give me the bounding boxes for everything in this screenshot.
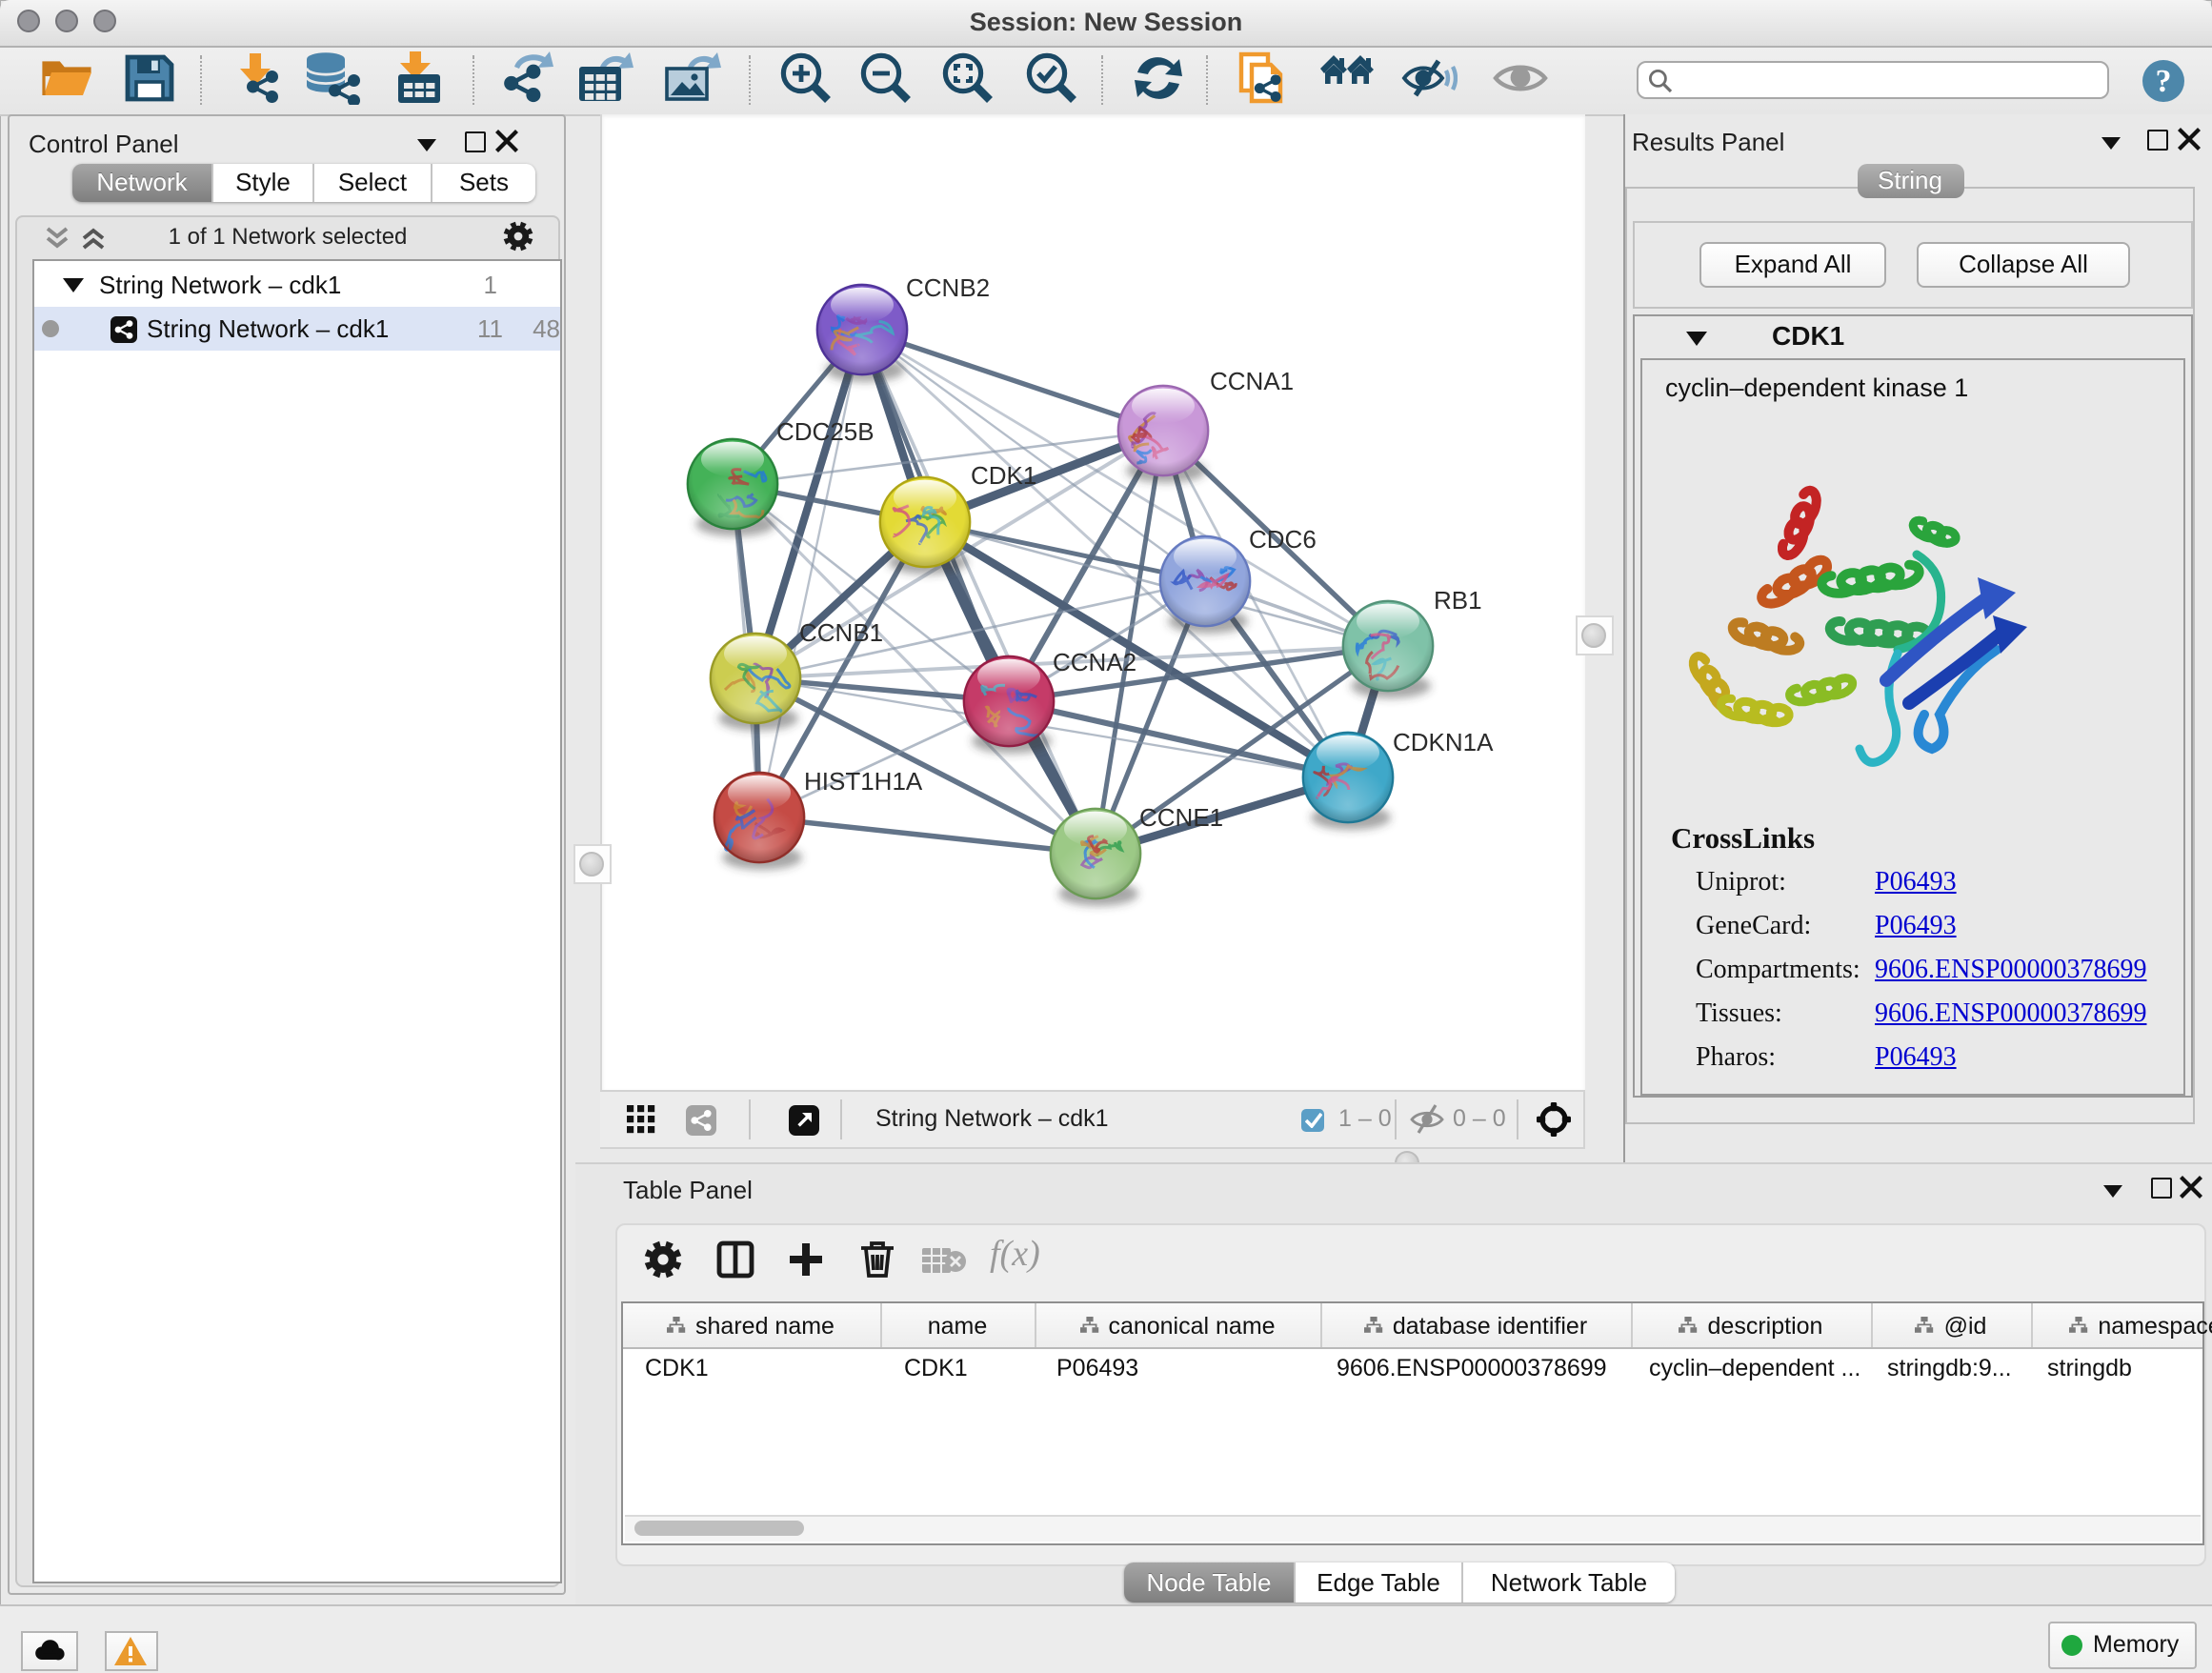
svg-text:CCNA2: CCNA2 — [1052, 648, 1136, 676]
svg-text:CCNB2: CCNB2 — [905, 273, 989, 302]
svg-text:CCNE1: CCNE1 — [1138, 803, 1222, 832]
svg-text:CDC6: CDC6 — [1248, 525, 1316, 554]
svg-text:CDK1: CDK1 — [970, 461, 1036, 490]
svg-text:?: ? — [2156, 63, 2172, 98]
svg-text:CCNA1: CCNA1 — [1209, 367, 1293, 395]
svg-text:CCNB1: CCNB1 — [798, 618, 882, 647]
svg-text:HIST1H1A: HIST1H1A — [803, 767, 922, 796]
svg-text:RB1: RB1 — [1433, 586, 1481, 615]
svg-text:CDC25B: CDC25B — [775, 417, 874, 446]
svg-text:CDKN1A: CDKN1A — [1392, 728, 1493, 756]
